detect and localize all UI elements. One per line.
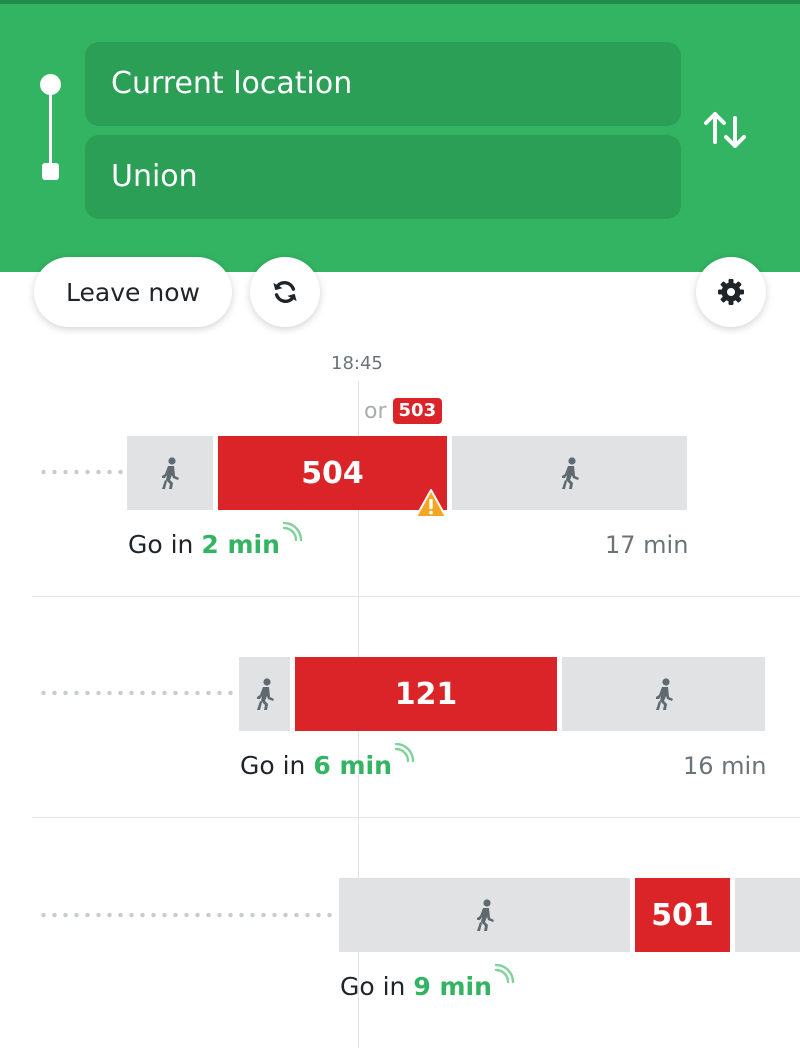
walk-icon — [476, 899, 494, 931]
go-in-label: Go in — [128, 530, 194, 559]
go-in-label: Go in — [340, 972, 406, 1001]
alternative-route: or 503 — [364, 398, 443, 424]
departure-countdown: Go in 2 min — [128, 522, 303, 559]
alt-route-badge: 503 — [392, 398, 443, 424]
minutes-value: 6 min — [313, 751, 392, 780]
realtime-signal-icon — [282, 522, 303, 542]
origin-field[interactable]: Current location — [85, 42, 681, 126]
leave-now-button[interactable]: Leave now — [34, 257, 232, 327]
trip-duration: 17 min — [605, 531, 689, 559]
realtime-signal-icon — [394, 743, 415, 763]
route-segment: 501 — [635, 878, 730, 952]
refresh-icon — [273, 280, 297, 304]
departure-countdown: Go in 6 min — [240, 743, 415, 780]
route-connector-line — [49, 84, 52, 172]
wait-dots — [38, 912, 336, 918]
walk-segment — [452, 436, 687, 510]
go-in-label: Go in — [240, 751, 306, 780]
walk-icon — [256, 678, 274, 710]
settings-button[interactable] — [696, 257, 766, 327]
or-label: or — [364, 398, 387, 424]
destination-square-icon — [42, 163, 59, 180]
walk-segment — [239, 657, 290, 731]
wait-dots — [38, 690, 234, 696]
route-segment: 504 — [218, 436, 447, 510]
realtime-signal-icon — [494, 964, 515, 984]
walk-segment — [562, 657, 765, 731]
walk-segment — [735, 878, 800, 952]
divider — [32, 596, 800, 597]
trip-duration: 16 min — [683, 752, 767, 780]
walk-segment — [339, 878, 630, 952]
walk-segment — [127, 436, 213, 510]
warning-icon[interactable] — [414, 488, 448, 520]
departure-countdown: Go in 9 min — [340, 964, 515, 1001]
minutes-value: 2 min — [201, 530, 280, 559]
walk-icon — [561, 457, 579, 489]
walk-icon — [655, 678, 673, 710]
search-header: Current location Union — [0, 0, 800, 272]
destination-field[interactable]: Union — [85, 135, 681, 219]
wait-dots — [38, 469, 124, 475]
minutes-value: 9 min — [413, 972, 492, 1001]
walk-icon — [162, 457, 179, 489]
refresh-button[interactable] — [250, 257, 320, 327]
route-segment: 121 — [295, 657, 557, 731]
origin-dot-icon — [40, 74, 61, 95]
swap-arrows-icon[interactable] — [700, 104, 752, 156]
divider — [32, 817, 800, 818]
current-time-label: 18:45 — [331, 353, 383, 374]
gear-icon — [718, 279, 744, 305]
